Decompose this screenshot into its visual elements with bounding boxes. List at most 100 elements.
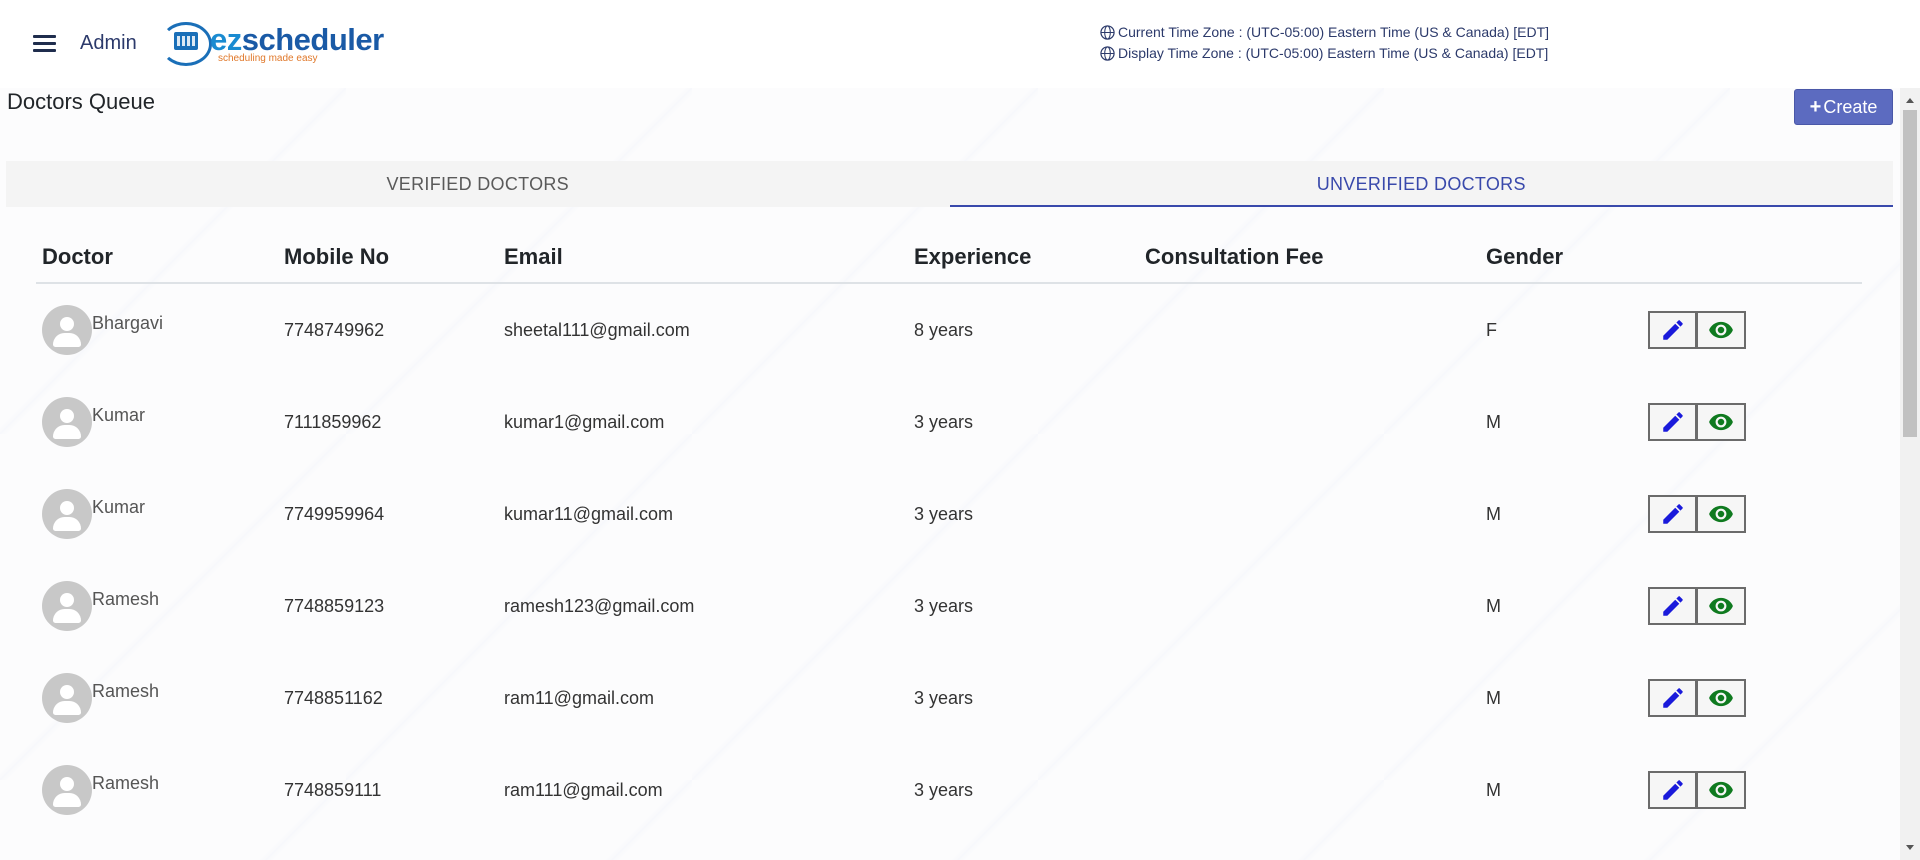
column-header-experience: Experience <box>914 244 1032 269</box>
tab-verified-doctors[interactable]: VERIFIED DOCTORS <box>6 161 950 207</box>
doctor-cell: Ramesh <box>36 765 278 815</box>
email-cell: kumar1@gmail.com <box>504 411 665 432</box>
eye-icon <box>1709 505 1733 523</box>
admin-label: Admin <box>80 32 137 54</box>
scrollbar-thumb[interactable] <box>1903 110 1917 437</box>
doctors-table: Doctor Mobile No Email Experience Consul… <box>36 232 1862 836</box>
doctor-tabs: VERIFIED DOCTORS UNVERIFIED DOCTORS <box>6 161 1893 207</box>
scroll-up-arrow-icon[interactable] <box>1906 98 1914 103</box>
mobile-cell: 7748851162 <box>284 687 383 708</box>
table-row: Kumar 7749959964 kumar11@gmail.com 3 yea… <box>36 468 1862 560</box>
actions-cell <box>1642 587 1862 625</box>
gender-cell: F <box>1486 319 1497 340</box>
experience-cell: 8 years <box>914 319 974 340</box>
gender-cell: M <box>1486 503 1501 524</box>
table-row: Ramesh 7748851162 ram11@gmail.com 3 year… <box>36 652 1862 744</box>
experience-cell: 3 years <box>914 595 974 616</box>
mobile-cell: 7749959964 <box>284 503 385 524</box>
doctor-cell: Ramesh <box>36 581 278 631</box>
edit-button[interactable] <box>1648 495 1697 533</box>
create-button[interactable]: + Create <box>1794 89 1893 125</box>
mobile-cell: 7748749962 <box>284 319 385 340</box>
person-icon <box>42 305 92 355</box>
email-cell: ramesh123@gmail.com <box>504 595 695 616</box>
edit-button[interactable] <box>1648 311 1697 349</box>
view-button[interactable] <box>1697 587 1746 625</box>
pencil-icon <box>1662 504 1683 524</box>
menu-icon[interactable] <box>33 35 56 53</box>
doctor-name: Kumar <box>92 497 146 517</box>
scroll-down-arrow-icon[interactable] <box>1906 845 1914 850</box>
eye-icon <box>1709 321 1733 339</box>
gender-cell: M <box>1486 687 1501 708</box>
actions-cell <box>1642 495 1862 533</box>
column-header-email: Email <box>504 244 563 269</box>
eye-icon <box>1709 413 1733 431</box>
plus-icon: + <box>1809 95 1822 118</box>
doctor-name: Ramesh <box>92 773 160 793</box>
gender-cell: M <box>1486 779 1501 800</box>
eye-icon <box>1709 781 1733 799</box>
display-timezone-text: Display Time Zone : (UTC-05:00) Eastern … <box>1118 45 1549 61</box>
column-header-fee: Consultation Fee <box>1145 244 1324 269</box>
current-timezone-text: Current Time Zone : (UTC-05:00) Eastern … <box>1118 24 1550 40</box>
vertical-scrollbar[interactable] <box>1900 88 1920 860</box>
view-button[interactable] <box>1697 679 1746 717</box>
view-button[interactable] <box>1697 495 1746 533</box>
edit-button[interactable] <box>1648 771 1697 809</box>
edit-button[interactable] <box>1648 587 1697 625</box>
doctor-cell: Kumar <box>36 489 278 539</box>
logo-text-prefix: ez <box>210 22 242 57</box>
email-cell: sheetal111@gmail.com <box>504 319 690 340</box>
globe-icon <box>1100 24 1115 40</box>
logo[interactable]: ezscheduler scheduling made easy <box>158 18 384 68</box>
experience-cell: 3 years <box>914 411 974 432</box>
doctor-cell: Kumar <box>36 397 278 447</box>
pencil-icon <box>1662 780 1683 800</box>
edit-button[interactable] <box>1648 679 1697 717</box>
top-header: Admin ezscheduler scheduling made easy C… <box>0 0 1920 88</box>
pencil-icon <box>1662 688 1683 708</box>
doctor-cell: Bhargavi <box>36 305 278 355</box>
experience-cell: 3 years <box>914 779 974 800</box>
table-row: Kumar 7111859962 kumar1@gmail.com 3 year… <box>36 376 1862 468</box>
view-button[interactable] <box>1697 403 1746 441</box>
person-icon <box>42 765 92 815</box>
eye-icon <box>1709 597 1733 615</box>
mobile-cell: 7111859962 <box>284 411 382 432</box>
tab-unverified-doctors[interactable]: UNVERIFIED DOCTORS <box>949 161 1894 207</box>
person-icon <box>42 489 92 539</box>
logo-calendar-grid <box>174 32 198 50</box>
actions-cell <box>1642 403 1862 441</box>
experience-cell: 3 years <box>914 687 974 708</box>
page-title: Doctors Queue <box>7 89 155 114</box>
person-icon <box>42 581 92 631</box>
gender-cell: M <box>1486 595 1501 616</box>
table-row: Bhargavi 7748749962 sheetal111@gmail.com… <box>36 284 1862 376</box>
logo-text-suffix: scheduler <box>241 22 384 57</box>
table-row: Ramesh 7748859111 ram111@gmail.com 3 yea… <box>36 744 1862 836</box>
doctor-name: Ramesh <box>92 681 160 701</box>
view-button[interactable] <box>1697 311 1746 349</box>
create-button-label: Create <box>1823 96 1878 117</box>
logo-tagline: scheduling made easy <box>218 53 318 64</box>
eye-icon <box>1709 689 1733 707</box>
mobile-cell: 7748859123 <box>284 595 385 616</box>
doctor-name: Ramesh <box>92 589 160 609</box>
column-header-mobile: Mobile No <box>284 244 390 269</box>
pencil-icon <box>1662 596 1683 616</box>
edit-button[interactable] <box>1648 403 1697 441</box>
email-cell: ram111@gmail.com <box>504 779 663 800</box>
pencil-icon <box>1662 412 1683 432</box>
table-body: Bhargavi 7748749962 sheetal111@gmail.com… <box>36 284 1862 836</box>
display-timezone: Display Time Zone : (UTC-05:00) Eastern … <box>1100 45 1548 61</box>
doctor-name: Bhargavi <box>92 313 164 333</box>
pencil-icon <box>1662 320 1683 340</box>
person-icon <box>42 673 92 723</box>
email-cell: ram11@gmail.com <box>504 687 654 708</box>
view-button[interactable] <box>1697 771 1746 809</box>
mobile-cell: 7748859111 <box>284 779 382 800</box>
gender-cell: M <box>1486 411 1501 432</box>
column-header-gender: Gender <box>1486 244 1564 269</box>
current-timezone: Current Time Zone : (UTC-05:00) Eastern … <box>1100 24 1549 40</box>
